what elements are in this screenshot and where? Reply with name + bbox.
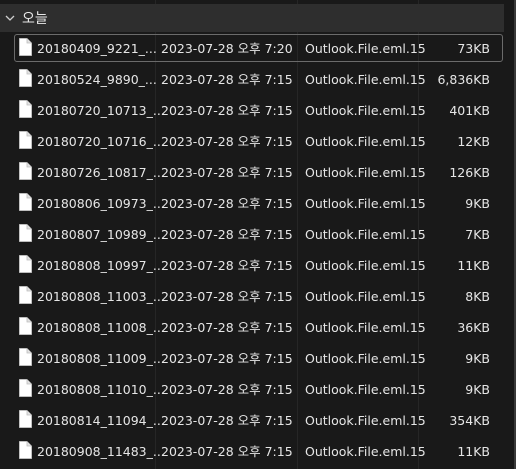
file-name: 20180720_10716_... (37, 134, 165, 149)
file-name: 20180908_11483_... (37, 444, 165, 459)
file-date-modified: 2023-07-28 오후 7:15 (161, 289, 293, 304)
file-size: 126KB (449, 165, 490, 180)
file-type: Outlook.File.eml.15 (305, 258, 426, 273)
file-size: 11KB (457, 444, 490, 459)
file-date-modified: 2023-07-28 오후 7:15 (161, 382, 293, 397)
file-row[interactable]: 20180524_9890_... 2023-07-28 오후 7:15 Out… (0, 64, 504, 95)
file-list: 20180409_9221_... 2023-07-28 오후 7:20 Out… (0, 33, 504, 467)
file-row[interactable]: 20180807_10989_... 2023-07-28 오후 7:15 Ou… (0, 219, 504, 250)
file-type: Outlook.File.eml.15 (305, 41, 426, 56)
file-name: 20180808_10997_... (37, 258, 165, 273)
file-size: 9KB (465, 351, 490, 366)
file-type: Outlook.File.eml.15 (305, 72, 426, 87)
file-size: 12KB (457, 134, 490, 149)
file-type: Outlook.File.eml.15 (305, 134, 426, 149)
file-date-modified: 2023-07-28 오후 7:15 (161, 258, 293, 273)
file-size: 36KB (457, 320, 490, 335)
file-size: 401KB (449, 103, 490, 118)
file-name: 20180409_9221_... (37, 41, 157, 56)
file-date-modified: 2023-07-28 오후 7:15 (161, 413, 293, 428)
file-name: 20180808_11009_... (37, 351, 165, 366)
document-file-icon (19, 286, 32, 304)
file-name: 20180806_10973_... (37, 196, 165, 211)
document-file-icon (19, 193, 32, 211)
file-type: Outlook.File.eml.15 (305, 320, 426, 335)
file-name: 20180808_11008_... (37, 320, 165, 335)
file-date-modified: 2023-07-28 오후 7:15 (161, 134, 293, 149)
file-size: 7KB (465, 227, 490, 242)
file-name: 20180720_10713_... (37, 103, 165, 118)
file-date-modified: 2023-07-28 오후 7:15 (161, 196, 293, 211)
file-type: Outlook.File.eml.15 (305, 227, 426, 242)
file-row[interactable]: 20180726_10817_... 2023-07-28 오후 7:15 Ou… (0, 157, 504, 188)
file-name: 20180808_11010_... (37, 382, 165, 397)
file-date-modified: 2023-07-28 오후 7:15 (161, 72, 293, 87)
file-size: 6,836KB (437, 72, 490, 87)
file-row[interactable]: 20180908_11483_... 2023-07-28 오후 7:15 Ou… (0, 436, 504, 467)
file-size: 9KB (465, 382, 490, 397)
file-row[interactable]: 20180808_11010_... 2023-07-28 오후 7:15 Ou… (0, 374, 504, 405)
file-name: 20180726_10817_... (37, 165, 165, 180)
document-file-icon (19, 100, 32, 118)
document-file-icon (19, 379, 32, 397)
file-row[interactable]: 20180720_10716_... 2023-07-28 오후 7:15 Ou… (0, 126, 504, 157)
file-date-modified: 2023-07-28 오후 7:15 (161, 103, 293, 118)
document-file-icon (19, 224, 32, 242)
file-size: 354KB (449, 413, 490, 428)
file-size: 8KB (465, 289, 490, 304)
file-name: 20180524_9890_... (37, 72, 157, 87)
file-date-modified: 2023-07-28 오후 7:20 (161, 41, 293, 56)
file-type: Outlook.File.eml.15 (305, 444, 426, 459)
document-file-icon (19, 441, 32, 459)
file-row[interactable]: 20180808_11008_... 2023-07-28 오후 7:15 Ou… (0, 312, 504, 343)
file-type: Outlook.File.eml.15 (305, 382, 426, 397)
file-date-modified: 2023-07-28 오후 7:15 (161, 227, 293, 242)
document-file-icon (19, 162, 32, 180)
document-file-icon (19, 410, 32, 428)
file-type: Outlook.File.eml.15 (305, 165, 426, 180)
file-type: Outlook.File.eml.15 (305, 289, 426, 304)
chevron-down-icon[interactable] (3, 11, 17, 25)
file-type: Outlook.File.eml.15 (305, 196, 426, 211)
group-header-today[interactable]: 오늘 (0, 4, 504, 32)
file-name: 20180807_10989_... (37, 227, 165, 242)
file-date-modified: 2023-07-28 오후 7:15 (161, 165, 293, 180)
file-row[interactable]: 20180808_11009_... 2023-07-28 오후 7:15 Ou… (0, 343, 504, 374)
file-row[interactable]: 20180409_9221_... 2023-07-28 오후 7:20 Out… (0, 33, 504, 64)
file-name: 20180808_11003_... (37, 289, 165, 304)
file-row[interactable]: 20180814_11094_... 2023-07-28 오후 7:15 Ou… (0, 405, 504, 436)
file-size: 9KB (465, 196, 490, 211)
document-file-icon (19, 317, 32, 335)
file-date-modified: 2023-07-28 오후 7:15 (161, 320, 293, 335)
document-file-icon (19, 255, 32, 273)
document-file-icon (19, 69, 32, 87)
file-row[interactable]: 20180808_11003_... 2023-07-28 오후 7:15 Ou… (0, 281, 504, 312)
document-file-icon (19, 348, 32, 366)
document-file-icon (19, 131, 32, 149)
file-date-modified: 2023-07-28 오후 7:15 (161, 351, 293, 366)
group-title: 오늘 (22, 11, 48, 27)
document-file-icon (19, 38, 32, 56)
file-row[interactable]: 20180806_10973_... 2023-07-28 오후 7:15 Ou… (0, 188, 504, 219)
file-row[interactable]: 20180808_10997_... 2023-07-28 오후 7:15 Ou… (0, 250, 504, 281)
file-type: Outlook.File.eml.15 (305, 103, 426, 118)
file-date-modified: 2023-07-28 오후 7:15 (161, 444, 293, 459)
file-name: 20180814_11094_... (37, 413, 165, 428)
file-row[interactable]: 20180720_10713_... 2023-07-28 오후 7:15 Ou… (0, 95, 504, 126)
file-type: Outlook.File.eml.15 (305, 351, 426, 366)
file-size: 11KB (457, 258, 490, 273)
file-size: 73KB (457, 41, 490, 56)
file-type: Outlook.File.eml.15 (305, 413, 426, 428)
